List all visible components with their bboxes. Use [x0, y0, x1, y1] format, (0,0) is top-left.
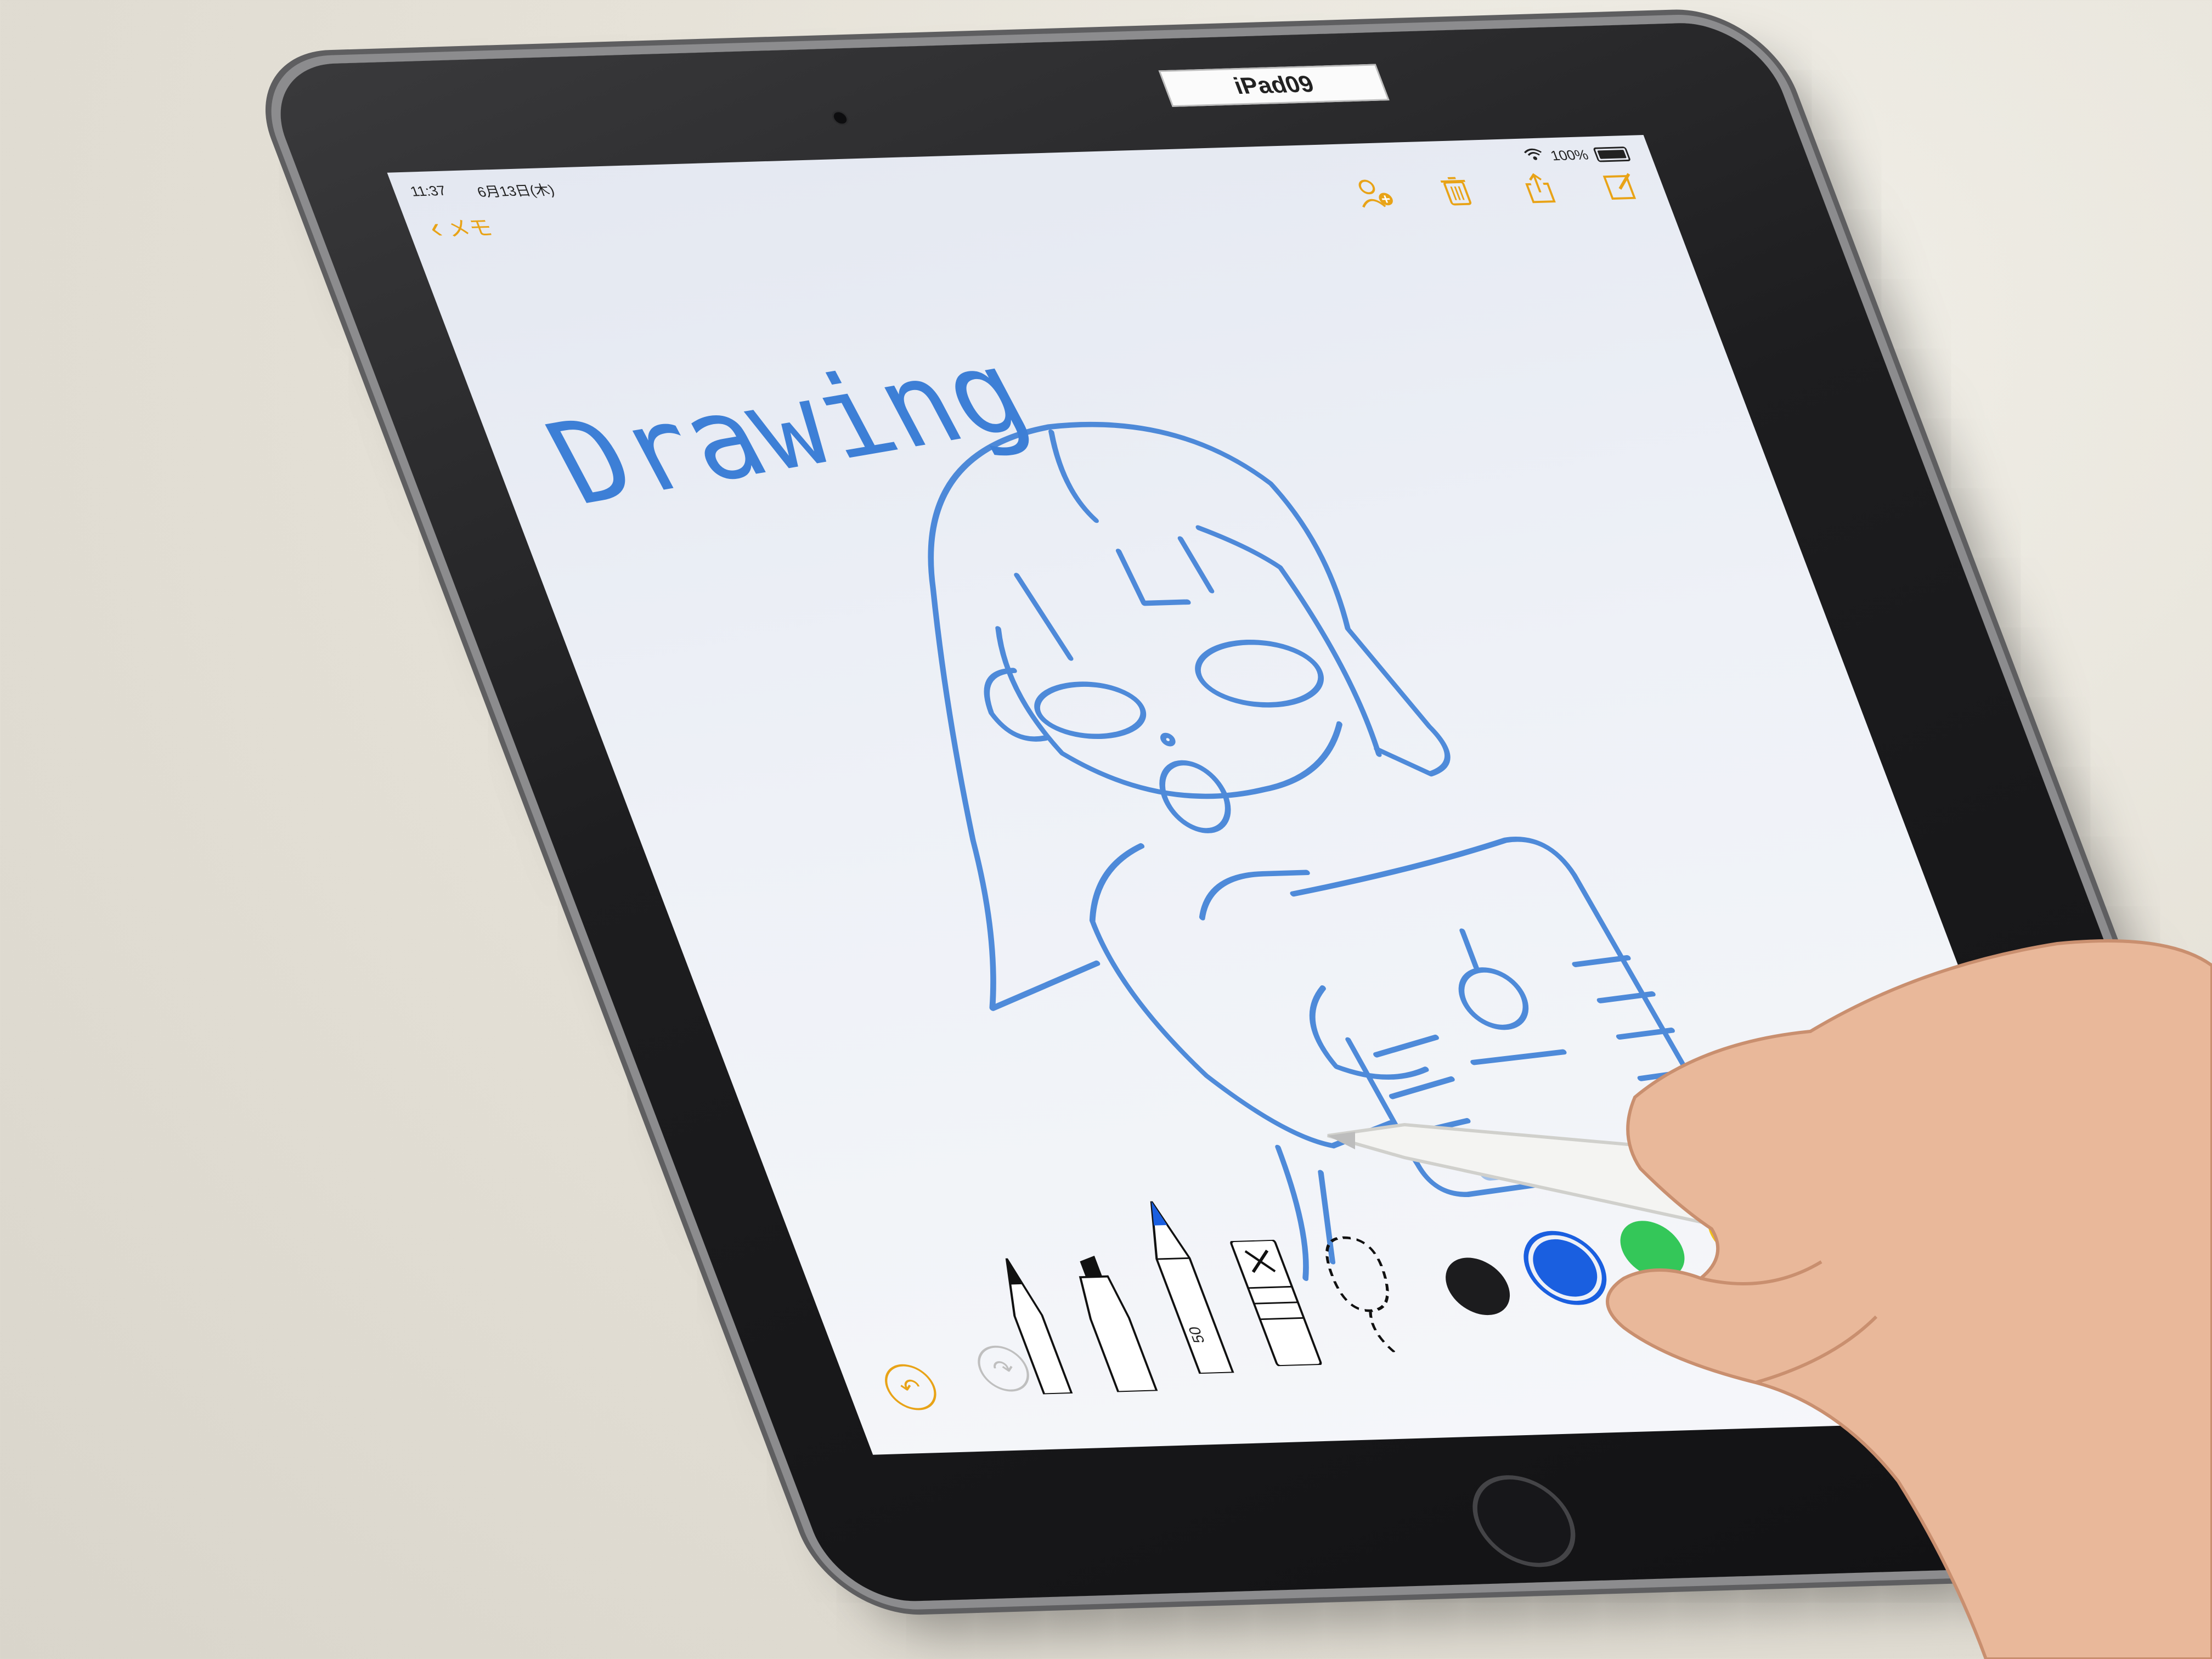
color-swatch-blue[interactable]: [1524, 1238, 1606, 1298]
asset-label-sticker: iPad09: [1158, 64, 1390, 107]
ipad-photo: iPad09 11:37 6月13日(木) 100% ‹ メモ Drawing …: [0, 0, 2212, 1659]
drawing-tablet-circle: [1458, 967, 1529, 1030]
eraser-tool[interactable]: [1225, 1239, 1328, 1369]
color-swatch-green[interactable]: [1611, 1220, 1694, 1279]
drawing-eye-left: [1034, 681, 1147, 740]
drawing-eye-right: [1195, 639, 1324, 708]
color-swatch-black[interactable]: [1436, 1256, 1519, 1316]
front-camera: [830, 110, 851, 126]
drawing-toolbar: 50: [975, 1164, 2104, 1397]
home-button[interactable]: [1458, 1474, 1590, 1568]
drawing-face: [995, 626, 1342, 799]
notes-screen: 11:37 6月13日(木) 100% ‹ メモ Drawing 50 ↶ ↷: [387, 135, 2130, 1455]
handwritten-title: Drawing: [526, 325, 1049, 530]
lasso-tool[interactable]: [1303, 1226, 1423, 1356]
drawing-hair: [928, 422, 1451, 1011]
ipad-bezel: iPad09 11:37 6月13日(木) 100% ‹ メモ Drawing …: [258, 21, 2212, 1604]
